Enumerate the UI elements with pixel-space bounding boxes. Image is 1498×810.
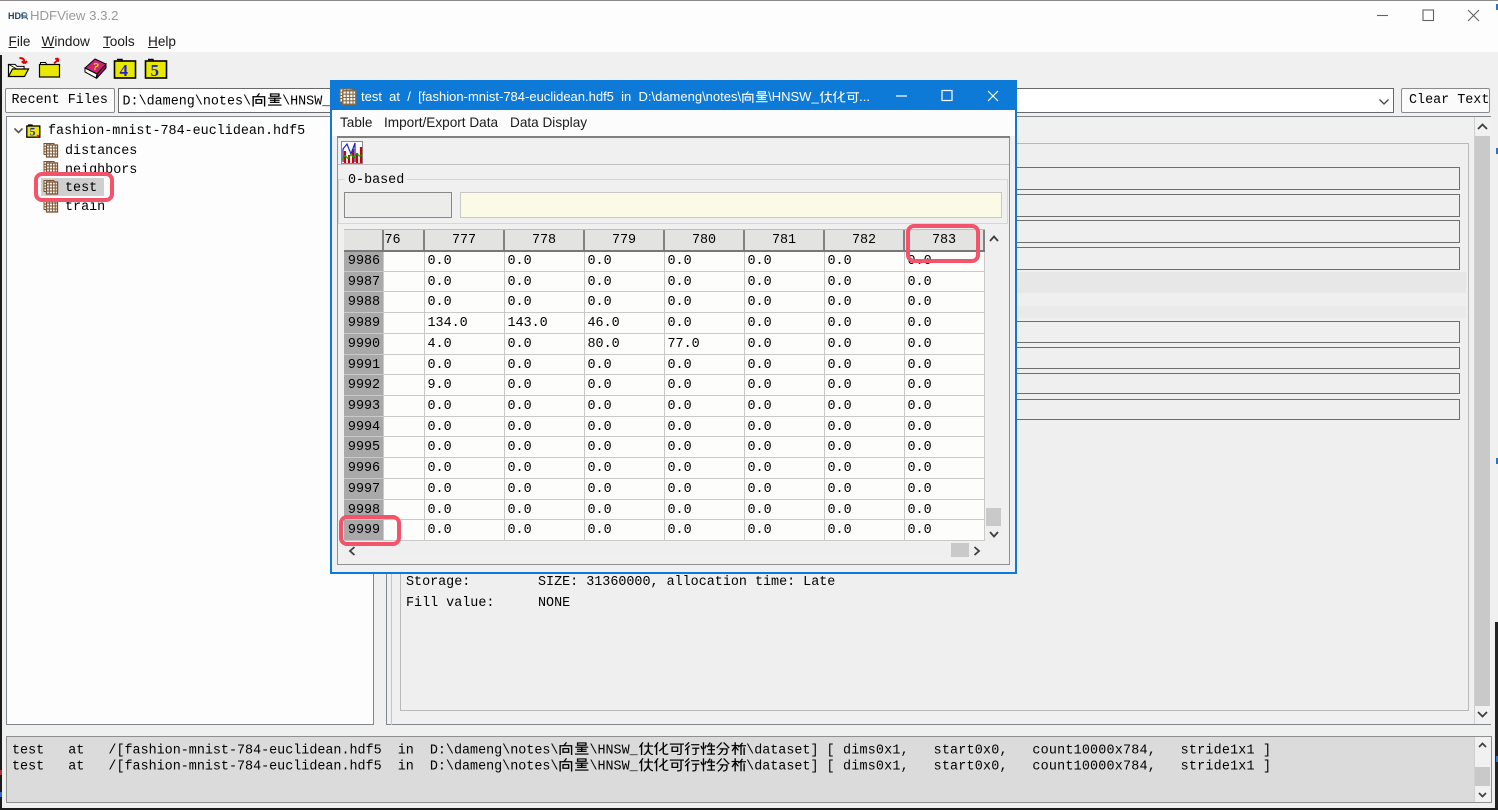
svg-text:4: 4 xyxy=(120,61,129,80)
svg-text:5: 5 xyxy=(151,61,160,80)
svg-text:5: 5 xyxy=(30,126,36,138)
